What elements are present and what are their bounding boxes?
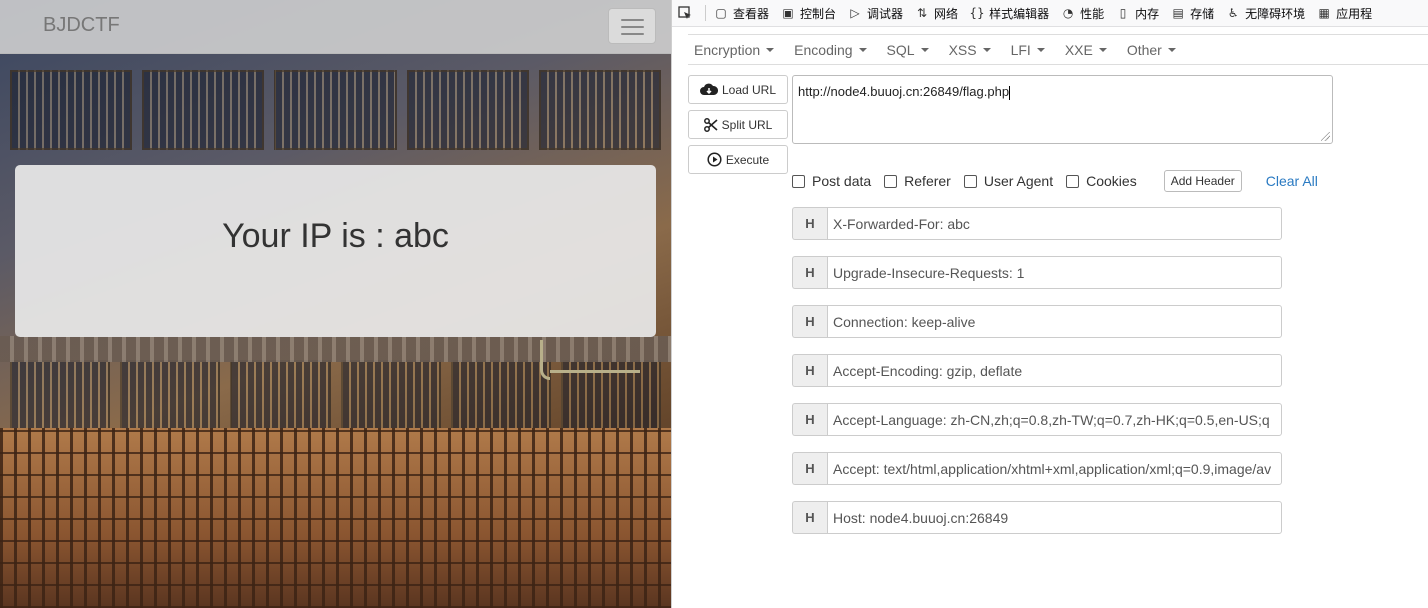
header-row: H X-Forwarded-For: abc — [792, 207, 1282, 240]
menu-sql[interactable]: SQL — [887, 42, 929, 58]
console-icon: ▣ — [782, 6, 794, 20]
menu-xxe[interactable]: XXE — [1065, 42, 1107, 58]
user-agent-checkbox[interactable]: User Agent — [963, 173, 1053, 189]
play-circle-icon — [707, 152, 722, 167]
execute-button[interactable]: Execute — [688, 145, 788, 174]
resize-handle[interactable] — [1321, 132, 1330, 141]
chevron-down-icon — [982, 47, 991, 52]
header-toggle-button[interactable]: H — [792, 207, 827, 240]
chevron-down-icon — [1167, 47, 1176, 52]
style-editor-icon: {} — [969, 6, 985, 20]
header-row: H Accept-Encoding: gzip, deflate — [792, 354, 1282, 387]
header-input[interactable]: Connection: keep-alive — [827, 305, 1282, 338]
header-input[interactable]: Upgrade-Insecure-Requests: 1 — [827, 256, 1282, 289]
debugger-icon: ▷ — [850, 6, 860, 20]
chevron-down-icon — [1098, 47, 1107, 52]
post-data-checkbox[interactable]: Post data — [792, 173, 871, 189]
inspector-icon: ▢ — [715, 6, 727, 20]
menu-xss[interactable]: XSS — [949, 42, 991, 58]
scissors-icon — [703, 117, 718, 132]
header-input[interactable]: Accept-Encoding: gzip, deflate — [827, 354, 1282, 387]
header-toggle-button[interactable]: H — [792, 305, 827, 338]
header-input[interactable]: Accept-Language: zh-CN,zh;q=0.8,zh-TW;q=… — [827, 403, 1282, 436]
tab-style-editor[interactable]: {} 样式编辑器 — [964, 0, 1055, 26]
load-url-button[interactable]: Load URL — [688, 75, 788, 104]
header-input[interactable]: X-Forwarded-For: abc — [827, 207, 1282, 240]
tab-network[interactable]: ⇅ 网络 — [909, 0, 964, 26]
add-header-button[interactable]: Add Header — [1163, 170, 1242, 192]
options-row: Post data Referer User Agent Cookies Add… — [792, 170, 1332, 192]
header-toggle-button[interactable]: H — [792, 354, 827, 387]
chevron-down-icon — [766, 47, 775, 52]
tab-storage[interactable]: ▤ 存储 — [1165, 0, 1220, 26]
devtools-toolbar: ▢ 查看器 ▣ 控制台 ▷ 调试器 ⇅ 网络 {} 样式编辑器 ◔ 性能 ▯ 内存 ▤ 存储 ♿… — [672, 0, 1428, 27]
header-row: H Connection: keep-alive — [792, 305, 1282, 338]
cookies-checkbox[interactable]: Cookies — [1066, 173, 1137, 189]
tab-inspector[interactable]: ▢ 查看器 — [708, 0, 775, 26]
picker-icon — [678, 6, 692, 20]
split-url-button[interactable]: Split URL — [688, 110, 788, 139]
url-input[interactable]: http://node4.buuoj.cn:26849/flag.php — [792, 75, 1333, 144]
hackbar-menu: Encryption Encoding SQL XSS LFI XXE Othe… — [688, 34, 1428, 65]
web-page: BJDCTF Your IP is : abc — [0, 0, 671, 608]
header-row: H Accept: text/html,application/xhtml+xm… — [792, 452, 1282, 485]
navbar: BJDCTF — [0, 0, 671, 54]
ip-message: Your IP is : abc — [222, 217, 449, 255]
tab-console[interactable]: ▣ 控制台 — [775, 0, 842, 26]
network-icon: ⇅ — [917, 6, 928, 20]
header-toggle-button[interactable]: H — [792, 403, 827, 436]
element-picker-button[interactable] — [672, 0, 703, 26]
menu-other[interactable]: Other — [1127, 42, 1176, 58]
chevron-down-icon — [858, 47, 867, 52]
clear-all-link[interactable]: Clear All — [1266, 173, 1318, 189]
referer-checkbox[interactable]: Referer — [884, 173, 951, 189]
cloud-download-icon — [699, 83, 718, 95]
header-row: H Host: node4.buuoj.cn:26849 — [792, 501, 1282, 534]
tab-debugger[interactable]: ▷ 调试器 — [842, 0, 909, 26]
menu-lfi[interactable]: LFI — [1011, 42, 1045, 58]
tab-accessibility[interactable]: ♿ 无障碍环境 — [1220, 0, 1311, 26]
menu-encoding[interactable]: Encoding — [794, 42, 867, 58]
header-toggle-button[interactable]: H — [792, 501, 827, 534]
tab-application[interactable]: ▦ 应用程 — [1311, 0, 1378, 26]
header-row: H Accept-Language: zh-CN,zh;q=0.8,zh-TW;… — [792, 403, 1282, 436]
tab-performance[interactable]: ◔ 性能 — [1055, 0, 1110, 26]
chevron-down-icon — [1036, 47, 1045, 52]
ip-card: Your IP is : abc — [15, 165, 656, 337]
hamburger-icon — [621, 19, 644, 21]
header-row: H Upgrade-Insecure-Requests: 1 — [792, 256, 1282, 289]
memory-icon: ▯ — [1119, 6, 1127, 20]
header-toggle-button[interactable]: H — [792, 256, 827, 289]
storage-icon: ▤ — [1172, 6, 1184, 20]
menu-encryption[interactable]: Encryption — [694, 42, 775, 58]
application-icon: ▦ — [1318, 6, 1330, 20]
header-input[interactable]: Host: node4.buuoj.cn:26849 — [827, 501, 1282, 534]
hamburger-menu-button[interactable] — [608, 8, 656, 44]
devtools-panel: ▢ 查看器 ▣ 控制台 ▷ 调试器 ⇅ 网络 {} 样式编辑器 ◔ 性能 ▯ 内存 ▤ 存储 ♿… — [671, 0, 1428, 608]
brand-logo[interactable]: BJDCTF — [43, 14, 120, 37]
header-toggle-button[interactable]: H — [792, 452, 827, 485]
tab-memory[interactable]: ▯ 内存 — [1110, 0, 1165, 26]
accessibility-icon: ♿ — [1227, 6, 1239, 20]
header-input[interactable]: Accept: text/html,application/xhtml+xml,… — [827, 452, 1282, 485]
performance-icon: ◔ — [1062, 6, 1074, 20]
chevron-down-icon — [920, 47, 929, 52]
